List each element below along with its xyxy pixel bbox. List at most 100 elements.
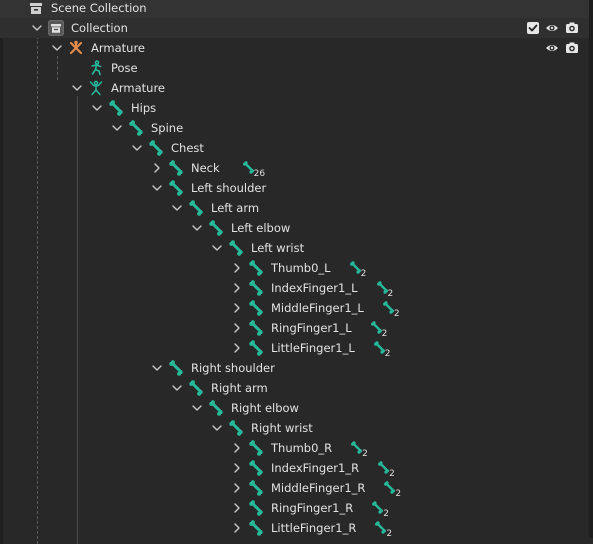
chevron-right-icon[interactable] <box>231 322 243 334</box>
panel-border <box>589 298 593 318</box>
panel-border <box>589 318 593 338</box>
row-label: MiddleFinger1_L <box>271 301 364 315</box>
chevron-right-icon[interactable] <box>231 442 243 454</box>
eye-icon[interactable] <box>545 41 559 55</box>
outliner-row[interactable]: Armature <box>0 78 593 98</box>
chevron-right-icon[interactable] <box>231 522 243 534</box>
chevron-down-icon[interactable] <box>131 142 143 154</box>
badge-count: 2 <box>386 529 393 539</box>
row-label: Right wrist <box>251 421 313 435</box>
chevron-down-icon[interactable] <box>51 42 63 54</box>
row-label: IndexFinger1_R <box>271 461 360 475</box>
outliner-row[interactable]: Right elbow <box>0 398 593 418</box>
outliner-row[interactable]: Neck 26 <box>0 158 593 179</box>
collection-icon <box>48 20 64 36</box>
panel-border <box>589 498 593 518</box>
chevron-down-icon[interactable] <box>191 402 203 414</box>
pose-icon <box>88 60 104 76</box>
bone-icon <box>248 340 264 356</box>
chevron-right-icon[interactable] <box>231 282 243 294</box>
row-label: Armature <box>111 81 165 95</box>
exclude-checkbox[interactable] <box>526 21 540 35</box>
row-label: RingFinger1_L <box>271 321 352 335</box>
outliner-row[interactable]: Thumb0_L 2 <box>0 258 593 279</box>
chevron-right-icon[interactable] <box>231 342 243 354</box>
outliner-row[interactable]: Left wrist <box>0 238 593 258</box>
outliner-row[interactable]: Collection <box>0 18 593 38</box>
bone-icon <box>148 140 164 156</box>
row-label: LittleFinger1_L <box>271 341 355 355</box>
panel-border <box>589 198 593 218</box>
chevron-down-icon[interactable] <box>211 422 223 434</box>
row-label: Thumb0_R <box>271 441 333 455</box>
outliner-row[interactable]: Left shoulder <box>0 178 593 198</box>
outliner-row[interactable]: IndexFinger1_L 2 <box>0 278 593 299</box>
chevron-right-icon[interactable] <box>231 262 243 274</box>
outliner-row[interactable]: Armature <box>0 38 593 58</box>
outliner-row[interactable]: Left arm <box>0 198 593 218</box>
outliner-row[interactable]: RingFinger1_L 2 <box>0 318 593 339</box>
chevron-down-icon[interactable] <box>111 122 123 134</box>
panel-border <box>589 398 593 418</box>
chevron-right-icon[interactable] <box>231 462 243 474</box>
armature-object-icon <box>68 40 84 56</box>
chevron-down-icon[interactable] <box>91 102 103 114</box>
chevron-right-icon[interactable] <box>231 502 243 514</box>
chevron-down-icon[interactable] <box>31 22 43 34</box>
bone-icon <box>248 320 264 336</box>
outliner-row[interactable]: Right arm <box>0 378 593 398</box>
chevron-down-icon[interactable] <box>151 182 163 194</box>
outliner-row[interactable]: Thumb0_R 2 <box>0 438 593 459</box>
chevron-right-icon[interactable] <box>231 302 243 314</box>
row-label: Right shoulder <box>191 361 275 375</box>
bone-icon <box>108 100 124 116</box>
outliner-row[interactable]: Hips <box>0 98 593 118</box>
panel-border <box>589 338 593 358</box>
bone-icon <box>228 420 244 436</box>
outliner-row[interactable]: MiddleFinger1_L 2 <box>0 298 593 319</box>
row-label: Thumb0_L <box>271 261 331 275</box>
row-label: Armature <box>91 41 145 55</box>
bone-icon <box>248 440 264 456</box>
row-label: MiddleFinger1_R <box>271 481 366 495</box>
outliner-row[interactable]: MiddleFinger1_R 2 <box>0 478 593 499</box>
bone-icon <box>208 400 224 416</box>
bone-icon <box>248 280 264 296</box>
panel-border <box>589 238 593 258</box>
row-label: Spine <box>151 121 184 135</box>
panel-border <box>589 58 593 78</box>
outliner-row[interactable]: Spine <box>0 118 593 138</box>
outliner-row[interactable]: Scene Collection <box>0 0 593 18</box>
chevron-down-icon[interactable] <box>71 82 83 94</box>
chevron-down-icon[interactable] <box>171 202 183 214</box>
panel-border <box>589 458 593 478</box>
panel-border <box>589 438 593 458</box>
panel-border <box>589 78 593 98</box>
camera-icon[interactable] <box>565 41 579 55</box>
chevron-right-icon[interactable] <box>151 162 163 174</box>
outliner-row[interactable]: RingFinger1_R 2 <box>0 498 593 519</box>
panel-border <box>589 218 593 238</box>
outliner-row[interactable]: IndexFinger1_R 2 <box>0 458 593 479</box>
eye-icon[interactable] <box>545 21 559 35</box>
chevron-down-icon[interactable] <box>211 242 223 254</box>
bone-icon <box>168 180 184 196</box>
outliner-row[interactable]: Right shoulder <box>0 358 593 378</box>
outliner-row[interactable]: Pose <box>0 58 593 78</box>
outliner-row[interactable]: Right wrist <box>0 418 593 438</box>
outliner-row[interactable]: LittleFinger1_L 2 <box>0 338 593 359</box>
chevron-down-icon[interactable] <box>171 382 183 394</box>
panel-border <box>589 418 593 438</box>
outliner-row[interactable]: Left elbow <box>0 218 593 238</box>
row-label: RingFinger1_R <box>271 501 354 515</box>
bone-icon <box>248 480 264 496</box>
camera-icon[interactable] <box>565 21 579 35</box>
chevron-right-icon[interactable] <box>231 482 243 494</box>
panel-border <box>589 258 593 278</box>
row-label: Scene Collection <box>51 1 147 15</box>
outliner-row[interactable]: LittleFinger1_R 2 <box>0 518 593 539</box>
outliner-panel: Scene Collection Collection Armature Pose Ar… <box>0 0 593 544</box>
outliner-row[interactable]: Chest <box>0 138 593 158</box>
chevron-down-icon[interactable] <box>151 362 163 374</box>
chevron-down-icon[interactable] <box>191 222 203 234</box>
